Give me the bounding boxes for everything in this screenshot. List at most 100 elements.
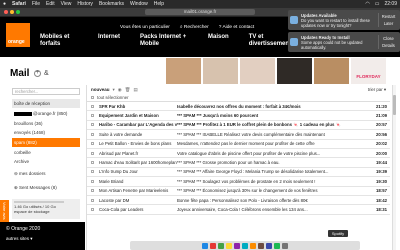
folder-spam[interactable]: spam (882) — [12, 138, 80, 147]
message-subject: *** SPAM *** Grosse promotion pour un ha… — [177, 160, 280, 166]
message-row[interactable]: Hamac d'eau Solitarit par 1600homeplans.… — [87, 158, 390, 168]
message-checkbox[interactable] — [91, 132, 94, 136]
ad-brand[interactable]: FLORYDAY — [351, 58, 386, 84]
app-icon[interactable] — [266, 242, 272, 249]
other-sites-link[interactable]: autres sites ▾ — [6, 236, 79, 242]
message-row[interactable]: Suite à votre demande *** SPAM *** ISABEL… — [87, 130, 390, 140]
safari-icon[interactable] — [242, 242, 248, 249]
message-row[interactable]: Equipement Jardin et Maison *** SPAM *** … — [87, 111, 390, 121]
add-icon[interactable]: + — [34, 70, 41, 77]
folder-inbox[interactable]: boîte de réception — [12, 99, 80, 108]
folder-archive[interactable]: Archive — [12, 157, 80, 166]
minimize-window-button[interactable] — [10, 10, 14, 14]
message-checkbox[interactable] — [91, 114, 94, 118]
contacts-icon[interactable]: & — [44, 70, 49, 77]
restart-button[interactable]: Restart — [379, 13, 398, 20]
clock[interactable]: 22:09 — [384, 1, 397, 7]
customer-type-link[interactable]: Vous êtes un particulier — [120, 25, 170, 30]
spotify-icon[interactable] — [274, 242, 280, 249]
app-icon[interactable] — [226, 242, 232, 249]
menu-view[interactable]: View — [61, 1, 72, 7]
message-time: 20:00 — [376, 150, 387, 156]
folder-sent[interactable]: envoyés (1468) — [12, 128, 80, 137]
feedback-tab[interactable]: Votre avis — [0, 200, 9, 222]
menu-bookmarks[interactable]: Bookmarks — [99, 1, 124, 7]
mark-icon[interactable]: ◉ — [118, 87, 122, 93]
wifi-icon[interactable]: ◠ — [365, 1, 369, 7]
message-checkbox[interactable] — [91, 198, 94, 202]
app-icon[interactable] — [218, 242, 224, 249]
notification-updates-available[interactable]: Updates Available Do you want to restart… — [288, 10, 400, 30]
trash-icon[interactable] — [282, 242, 288, 249]
help-link[interactable]: ? Aide et contact — [219, 25, 254, 30]
close-window-button[interactable] — [4, 10, 8, 14]
sort-button[interactable]: trier par ▾ — [368, 87, 386, 93]
apple-menu-icon[interactable]: ● — [3, 1, 6, 7]
menu-help[interactable]: Help — [154, 1, 164, 7]
ad-banner[interactable]: FLORYDAY — [166, 58, 386, 84]
battery-icon[interactable]: ▭ — [375, 1, 380, 7]
nav-maison[interactable]: Maison — [208, 34, 229, 41]
app-menu[interactable]: Safari — [12, 1, 26, 7]
message-checkbox[interactable] — [91, 189, 94, 193]
app-icon[interactable] — [210, 242, 216, 249]
zoom-window-button[interactable] — [16, 10, 20, 14]
message-checkbox[interactable] — [91, 104, 94, 108]
scroll-thumb[interactable] — [393, 95, 396, 115]
message-row[interactable]: Mon Artisan Fenetre par Marieelenis *** S… — [87, 187, 390, 196]
folder-trash[interactable]: corbeille — [12, 148, 80, 157]
dropdown-icon[interactable]: ▾ — [113, 87, 115, 93]
message-row[interactable]: Haribo - Carambar par L'Agenda des vente… — [87, 121, 390, 131]
folder-account[interactable]: @orange.fr (850) — [12, 109, 80, 118]
scrollbar[interactable] — [392, 85, 396, 250]
ad-image[interactable] — [277, 58, 312, 84]
later-button[interactable]: Later — [379, 20, 398, 27]
message-checkbox[interactable] — [91, 142, 94, 146]
folder-my-folders[interactable]: ⊖ mes dossiers — [12, 169, 80, 178]
message-row[interactable]: Abrisud par Planet.fr Votre catalogue d'a… — [87, 149, 390, 159]
archive-icon[interactable]: ▤ — [133, 87, 137, 93]
message-row[interactable]: SFR Par Khb Isabelle découvrez nos offres… — [87, 102, 390, 112]
search-link[interactable]: ⌕ Rechercher — [180, 24, 209, 30]
message-row[interactable]: Marie Briand *** SPAM *** Soulagez vos pr… — [87, 177, 390, 187]
menu-window[interactable]: Window — [130, 1, 148, 7]
app-icon[interactable] — [258, 242, 264, 249]
address-bar[interactable]: mail01.orange.fr — [145, 9, 255, 15]
menu-file[interactable]: File — [32, 1, 40, 7]
menu-history[interactable]: History — [77, 1, 93, 7]
folder-drafts[interactable]: brouillons (36) — [12, 119, 80, 128]
software-update-icon — [290, 16, 298, 24]
menu-edit[interactable]: Edit — [46, 1, 55, 7]
ad-image[interactable] — [203, 58, 238, 84]
message-checkbox[interactable] — [91, 179, 94, 183]
select-all-row[interactable]: tout sélectionner — [87, 94, 390, 102]
message-checkbox[interactable] — [91, 170, 94, 174]
search-input[interactable]: rechercher... — [12, 88, 80, 95]
ad-image[interactable] — [314, 58, 349, 84]
details-button[interactable]: Details — [379, 42, 398, 49]
message-row[interactable]: Le Petit Ballon - Envies de bons plans Me… — [87, 140, 390, 149]
finder-icon[interactable] — [202, 242, 208, 249]
close-button[interactable]: Close — [379, 35, 398, 42]
message-checkbox[interactable] — [91, 161, 94, 165]
select-all-checkbox[interactable] — [91, 96, 94, 99]
delete-icon[interactable]: 🗑 — [125, 87, 131, 93]
message-checkbox[interactable] — [91, 151, 94, 155]
message-row[interactable]: L'Info trump Du Jour *** SPAM *** Affaire… — [87, 168, 390, 178]
nav-internet[interactable]: Internet — [98, 34, 120, 41]
new-message-button[interactable]: nouveau — [91, 87, 110, 92]
nav-packs[interactable]: Packs Internet + Mobile — [140, 34, 188, 48]
orange-logo[interactable]: orange — [6, 23, 30, 47]
notification-updates-ready[interactable]: Updates Ready to Install Some apps could… — [288, 32, 400, 52]
nav-mobiles[interactable]: Mobiles et forfaits — [40, 34, 78, 48]
ad-image[interactable] — [166, 58, 201, 84]
app-icon[interactable] — [250, 242, 256, 249]
message-sender: Hamac d'eau Solitarit par 1600homeplans.… — [99, 160, 177, 166]
message-row[interactable]: Lacoste par DM Bonne fête papa : Personna… — [87, 196, 390, 206]
message-row[interactable]: Coca-Cola par Leaders Joyeux anniversaire… — [87, 205, 390, 215]
app-icon[interactable] — [234, 242, 240, 249]
message-checkbox[interactable] — [91, 123, 94, 127]
ad-image[interactable] — [240, 58, 275, 84]
folder-sent-messages[interactable]: ⊕ Sent Messages (8) — [12, 183, 80, 192]
message-checkbox[interactable] — [91, 207, 94, 211]
